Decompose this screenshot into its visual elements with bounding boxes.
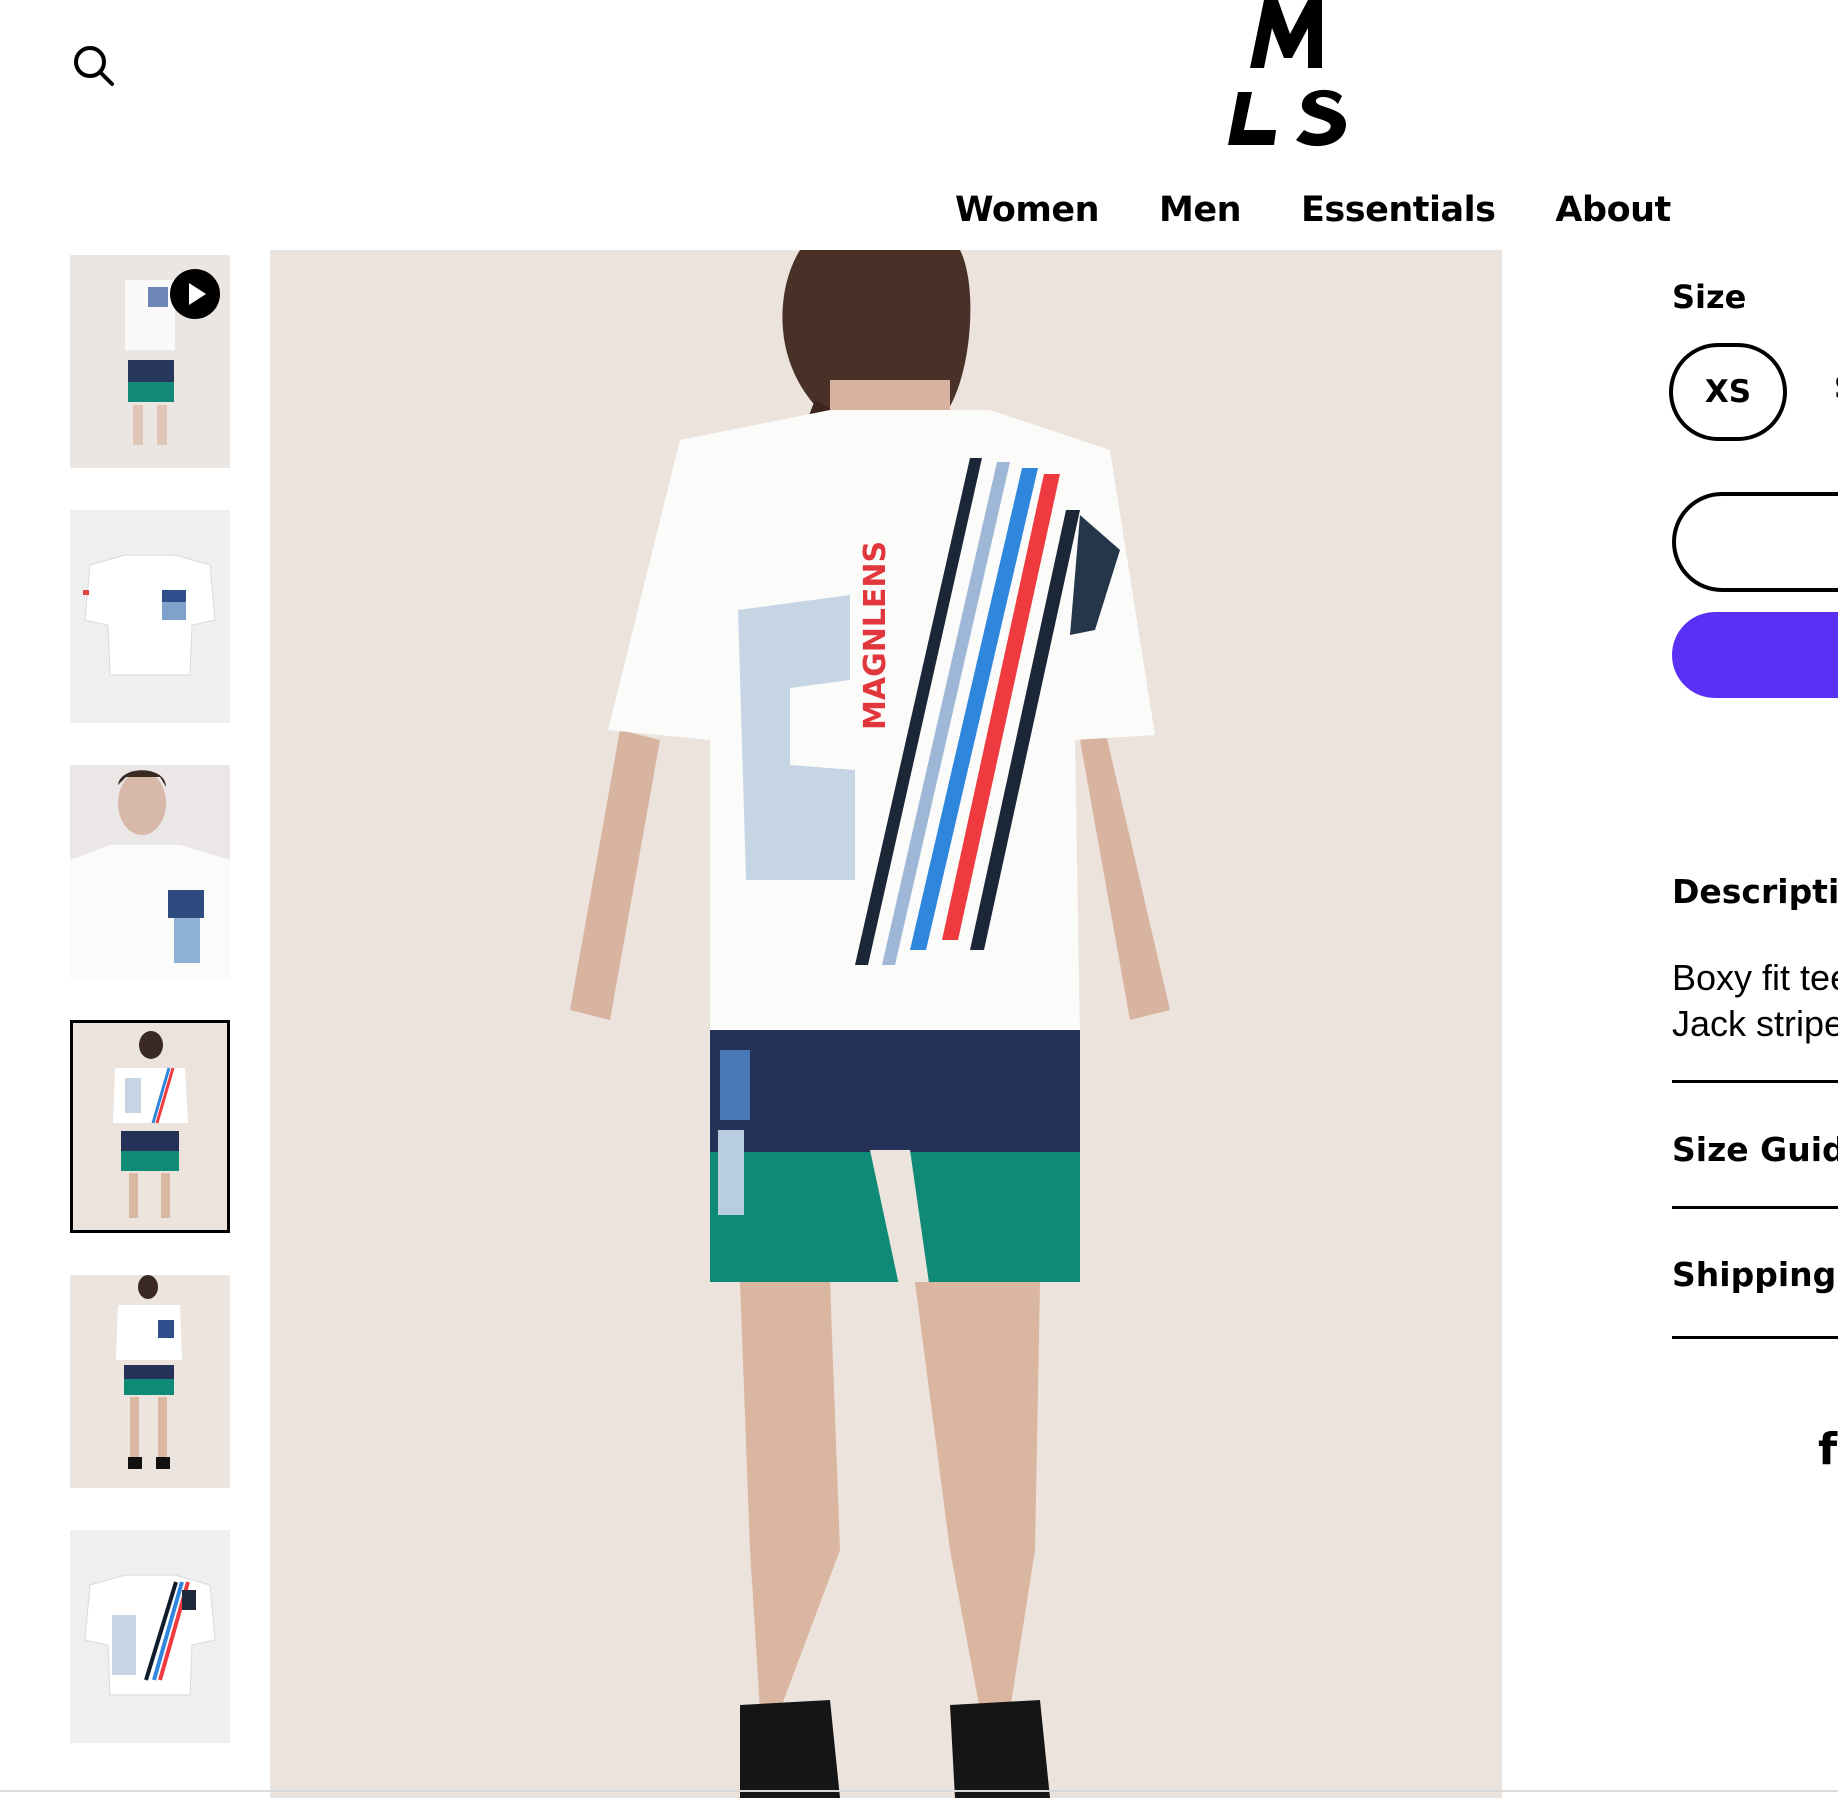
facebook-icon[interactable]: f xyxy=(1818,1424,1837,1475)
nav-about[interactable]: About xyxy=(1555,190,1671,230)
description-text: Boxy fit tee Jack stripe xyxy=(1672,955,1838,1047)
nav-women[interactable]: Women xyxy=(955,190,1100,230)
thumbnail-back[interactable] xyxy=(70,1020,230,1233)
nav-men[interactable]: Men xyxy=(1159,190,1241,230)
thumbnail-closeup[interactable] xyxy=(70,765,230,978)
description-line-2: Jack stripe xyxy=(1672,1003,1838,1044)
nav-essentials[interactable]: Essentials xyxy=(1301,190,1496,230)
size-option-xs[interactable]: XS xyxy=(1669,343,1787,441)
thumbnail-front-full[interactable] xyxy=(70,1275,230,1488)
brand-logo[interactable] xyxy=(1222,0,1352,148)
thumbnail-shirt-back[interactable] xyxy=(70,1530,230,1743)
main-nav: Women Men Essentials About xyxy=(955,190,1671,230)
size-label: Size xyxy=(1672,278,1747,316)
page-bottom-divider xyxy=(0,1790,1838,1792)
divider xyxy=(1672,1080,1838,1083)
size-option-s[interactable]: S xyxy=(1834,370,1838,406)
shipping-accordion[interactable]: Shipping + xyxy=(1672,1255,1838,1294)
description-line-1: Boxy fit tee xyxy=(1672,957,1838,998)
shirt-print-text: MAGNLENS xyxy=(858,541,893,730)
size-guide-accordion[interactable]: Size Guide xyxy=(1672,1130,1838,1169)
divider xyxy=(1672,1336,1838,1339)
add-to-cart-button[interactable] xyxy=(1672,492,1838,592)
description-heading[interactable]: Descriptio xyxy=(1672,872,1838,911)
search-icon[interactable] xyxy=(70,42,120,92)
play-icon[interactable] xyxy=(170,269,220,319)
product-main-image: MAGNLENS xyxy=(270,250,1502,1798)
divider xyxy=(1672,1206,1838,1209)
thumbnail-video[interactable] xyxy=(70,255,230,468)
thumbnail-shirt-front[interactable] xyxy=(70,510,230,723)
buy-now-button[interactable] xyxy=(1672,612,1838,698)
